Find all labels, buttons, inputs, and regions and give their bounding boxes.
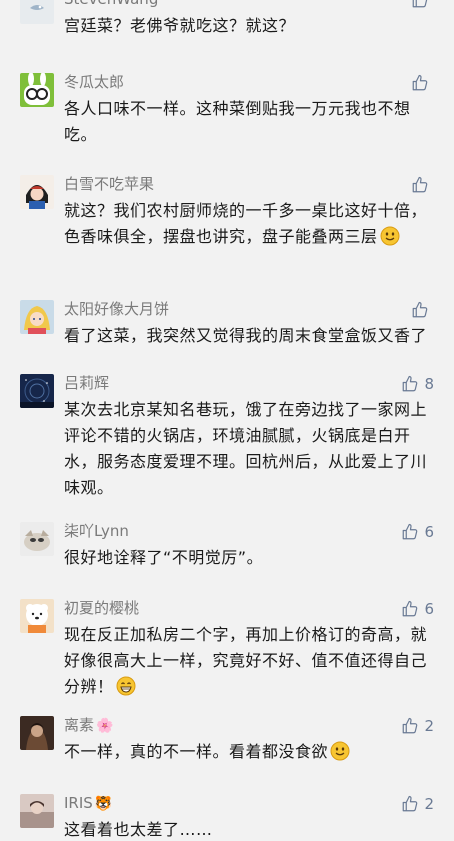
avatar[interactable] bbox=[20, 175, 54, 209]
avatar[interactable] bbox=[20, 599, 54, 633]
commenter-name[interactable]: StevenWang bbox=[64, 0, 160, 10]
like-button[interactable] bbox=[411, 0, 434, 10]
thumbs-up-icon bbox=[411, 0, 429, 9]
comment-text: 某次去北京某知名巷玩，饿了在旁边找了一家网上评论不错的火锅店，环境油腻腻，火锅底… bbox=[64, 400, 428, 497]
like-button[interactable]: 6 bbox=[401, 522, 434, 542]
thumbs-up-icon bbox=[411, 176, 429, 194]
comment-text: 各人口味不一样。这种菜倒贴我一万元我也不想吃。 bbox=[64, 99, 411, 144]
avatar[interactable] bbox=[20, 73, 54, 107]
like-count: 8 bbox=[424, 375, 434, 393]
comment-text: 现在反正加私房二个字，再加上价格订的奇高，就好像很高大上一样，究竟好不好、值不值… bbox=[64, 625, 428, 696]
comment-text: 宫廷菜？老佛爷就吃这？就这？ bbox=[64, 16, 296, 35]
like-count: 2 bbox=[424, 717, 434, 735]
thumbs-up-icon bbox=[411, 301, 429, 319]
like-count: 2 bbox=[424, 795, 434, 813]
like-button[interactable] bbox=[411, 73, 434, 93]
like-button[interactable]: 2 bbox=[401, 794, 434, 814]
avatar[interactable] bbox=[20, 374, 54, 408]
like-count: 6 bbox=[424, 600, 434, 618]
comment-text: 很好地诠释了“不明觉厉”。 bbox=[64, 548, 264, 567]
comment-text: 看了这菜，我突然又觉得我的周末食堂盒饭又香了 bbox=[64, 326, 428, 345]
commenter-name[interactable]: 吕莉辉 bbox=[64, 373, 111, 394]
avatar[interactable] bbox=[20, 522, 54, 556]
smiling-face-emoji bbox=[380, 226, 400, 246]
thumbs-up-icon bbox=[401, 523, 419, 541]
commenter-name[interactable]: 太阳好像大月饼 bbox=[64, 299, 171, 320]
thumbs-up-icon bbox=[411, 74, 429, 92]
comment-text: 这看着也太差了…… bbox=[64, 820, 213, 839]
like-button[interactable]: 6 bbox=[401, 599, 434, 619]
commenter-name[interactable]: 冬瓜太郎 bbox=[64, 72, 126, 93]
like-button[interactable]: 8 bbox=[401, 374, 434, 394]
avatar[interactable] bbox=[20, 716, 54, 750]
thumbs-up-icon bbox=[401, 717, 419, 735]
like-count: 6 bbox=[424, 523, 434, 541]
thumbs-up-icon bbox=[401, 375, 419, 393]
comment-text: 就这？我们农村厨师烧的一千多一桌比这好十倍，色香味俱全，摆盘也讲究，盘子能叠两三… bbox=[64, 201, 428, 246]
avatar[interactable] bbox=[20, 0, 54, 24]
commenter-name[interactable]: 柒吖Lynn bbox=[64, 521, 131, 542]
commenter-name[interactable]: 白雪不吃苹果 bbox=[64, 174, 156, 195]
commenter-name[interactable]: IRIS 🐯 bbox=[64, 793, 112, 814]
thumbs-up-icon bbox=[401, 600, 419, 618]
like-button[interactable] bbox=[411, 175, 434, 195]
grinning-face-emoji bbox=[116, 676, 136, 696]
avatar[interactable] bbox=[20, 794, 54, 828]
commenter-name[interactable]: 初夏的樱桃 bbox=[64, 598, 141, 619]
comment-feed: StevenWang 宫廷菜？老佛爷就吃这？就这？ 冬瓜太郎 各人口味不一样。这… bbox=[0, 0, 454, 841]
avatar[interactable] bbox=[20, 300, 54, 334]
thumbs-up-icon bbox=[401, 795, 419, 813]
smiling-face-emoji bbox=[330, 741, 350, 761]
like-button[interactable] bbox=[411, 300, 434, 320]
comment-text: 不一样，真的不一样。看着都没食欲 bbox=[64, 739, 434, 765]
like-button[interactable]: 2 bbox=[401, 716, 434, 736]
commenter-name[interactable]: 离素 🌸 bbox=[64, 715, 113, 736]
